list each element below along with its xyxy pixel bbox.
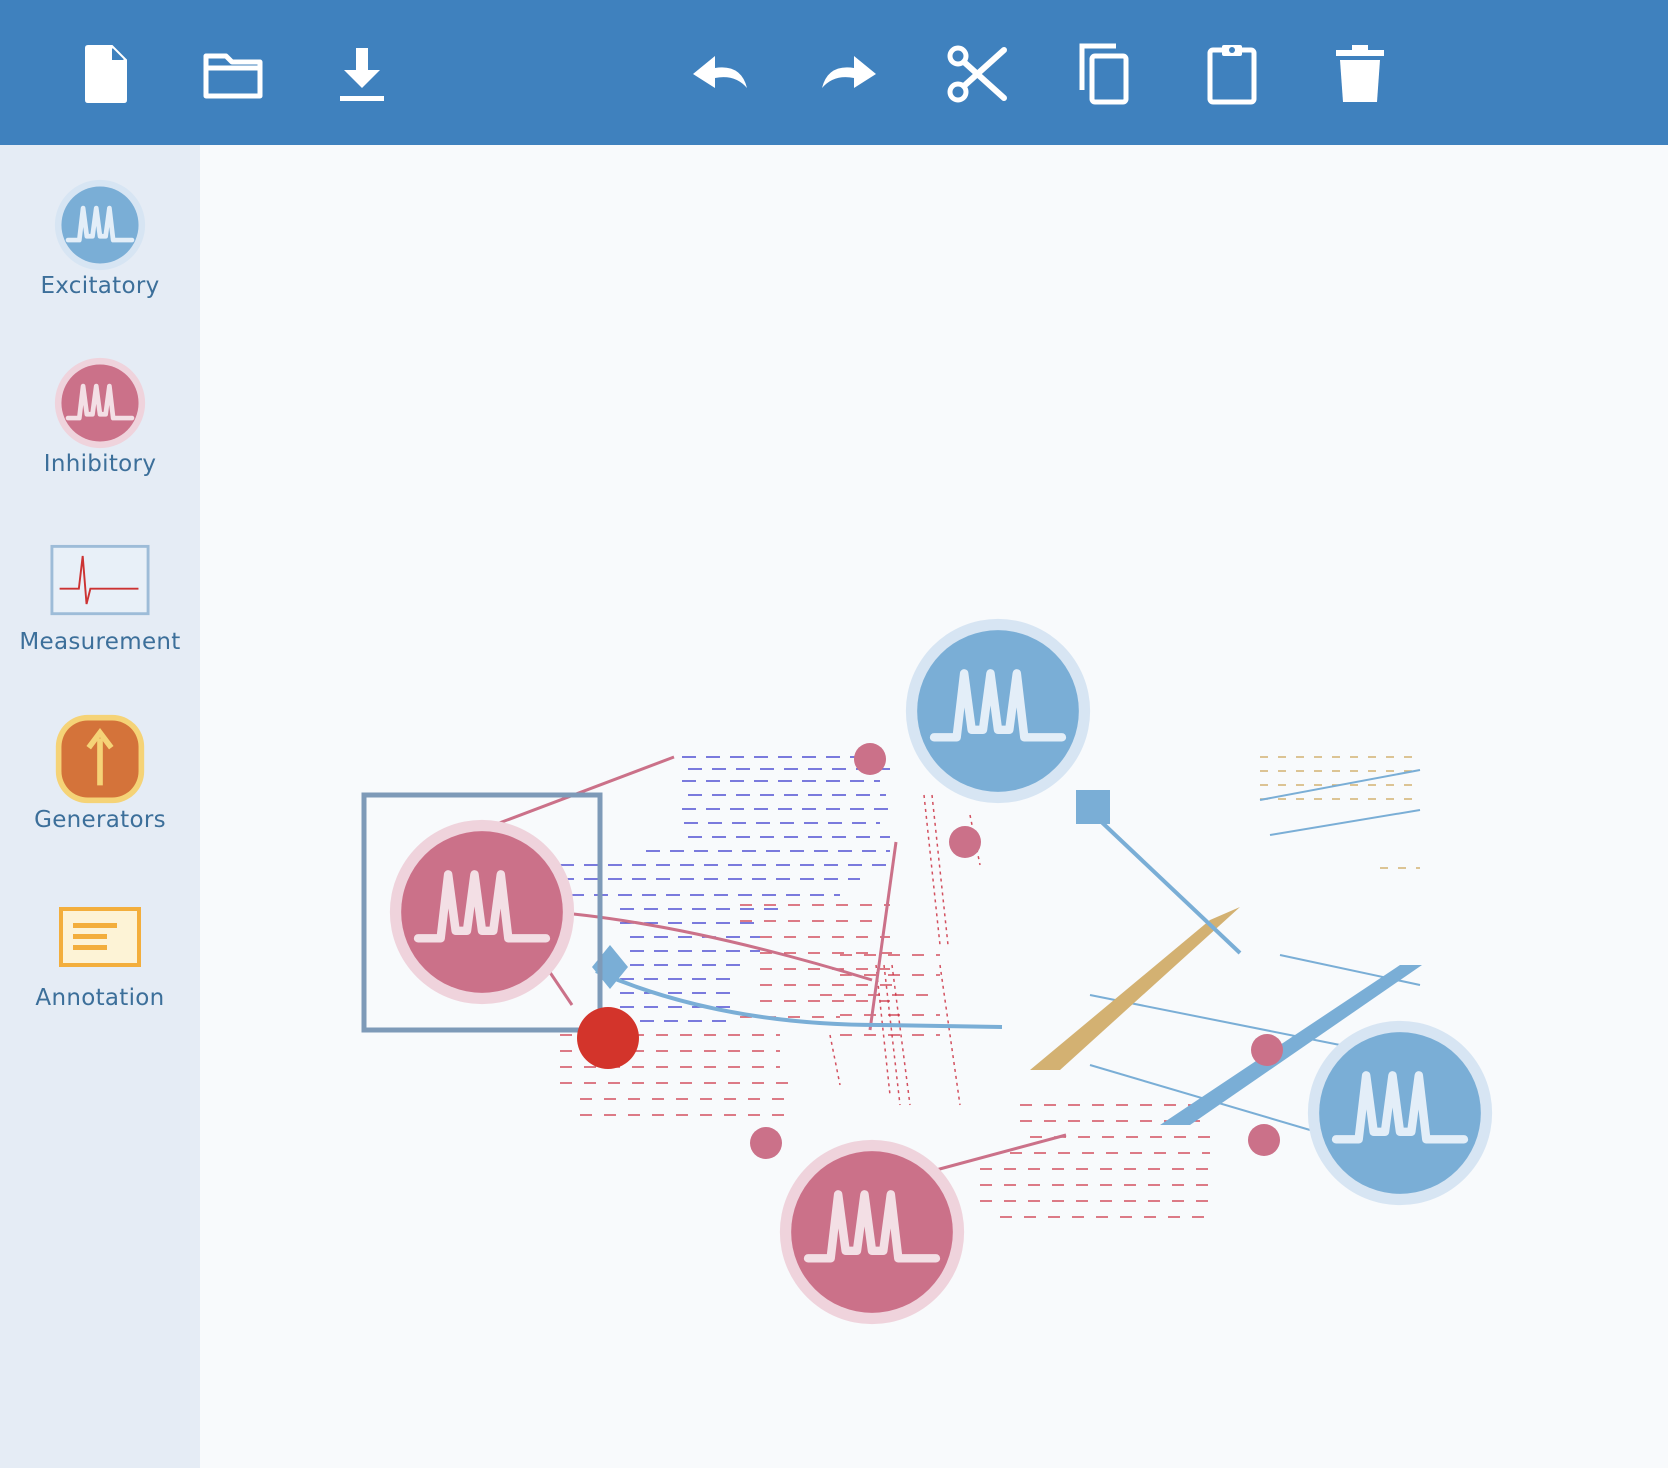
inhibitory-neuron-node[interactable] <box>388 818 576 1006</box>
palette-label-annotation: Annotation <box>35 985 165 1011</box>
inhibitory-connections <box>493 755 1067 1172</box>
palette-item-generators[interactable]: Generators <box>0 679 200 849</box>
palette-label-measurement: Measurement <box>19 629 181 655</box>
inhibitory-neuron-icon <box>779 1139 965 1325</box>
palette-label-excitatory: Excitatory <box>40 273 160 299</box>
file-icon <box>85 45 127 103</box>
redo-icon <box>822 56 876 88</box>
folder-icon <box>203 53 263 99</box>
open-folder-button[interactable] <box>196 36 272 112</box>
excitatory-connection-diagonal <box>1090 811 1242 955</box>
inhibitory-neuron-node[interactable] <box>778 1138 966 1326</box>
generator-icon <box>55 714 145 804</box>
inhibitory-neuron-icon <box>389 819 575 1005</box>
excitatory-neuron-node[interactable] <box>904 617 1092 805</box>
cut-button[interactable] <box>938 36 1014 112</box>
inhibitory-neuron-icon <box>54 357 146 449</box>
synapse-terminal <box>1248 1124 1280 1156</box>
excitatory-neuron-node[interactable] <box>1306 1019 1494 1207</box>
undo-icon <box>693 56 747 88</box>
scissors-icon <box>947 45 1007 103</box>
toolbar <box>0 0 1668 145</box>
excitatory-neuron-icon <box>54 179 146 271</box>
palette-item-measurement[interactable]: Measurement <box>0 501 200 671</box>
annotation-icon <box>59 907 141 967</box>
synapse-terminal <box>854 743 886 775</box>
palette-item-inhibitory[interactable]: Inhibitory <box>0 323 200 493</box>
excitatory-neuron-icon <box>1307 1020 1493 1206</box>
copy-button[interactable] <box>1066 36 1142 112</box>
trash-icon <box>1336 45 1384 102</box>
clipboard-icon <box>1207 45 1257 105</box>
synapse-terminal <box>1251 1034 1283 1066</box>
selected-node-handle[interactable] <box>577 1007 639 1069</box>
tan-synapse-bar <box>1030 907 1240 1070</box>
palette-label-inhibitory: Inhibitory <box>43 451 157 477</box>
download-button[interactable] <box>324 36 400 112</box>
paste-button[interactable] <box>1194 36 1270 112</box>
palette-label-generators: Generators <box>34 807 166 833</box>
copy-icon <box>1079 43 1129 105</box>
download-icon <box>340 48 384 101</box>
palette-item-excitatory[interactable]: Excitatory <box>0 145 200 315</box>
node-palette: Excitatory Inhibitory Measurement Genera… <box>0 145 200 1468</box>
new-file-button[interactable] <box>68 36 144 112</box>
excitatory-neuron-icon <box>905 618 1091 804</box>
synapse-terminal <box>949 826 981 858</box>
network-canvas[interactable] <box>200 145 1668 1468</box>
redo-button[interactable] <box>810 36 886 112</box>
delete-button[interactable] <box>1322 36 1398 112</box>
undo-button[interactable] <box>683 36 759 112</box>
palette-item-annotation[interactable]: Annotation <box>0 857 200 1027</box>
measurement-icon <box>50 544 150 616</box>
